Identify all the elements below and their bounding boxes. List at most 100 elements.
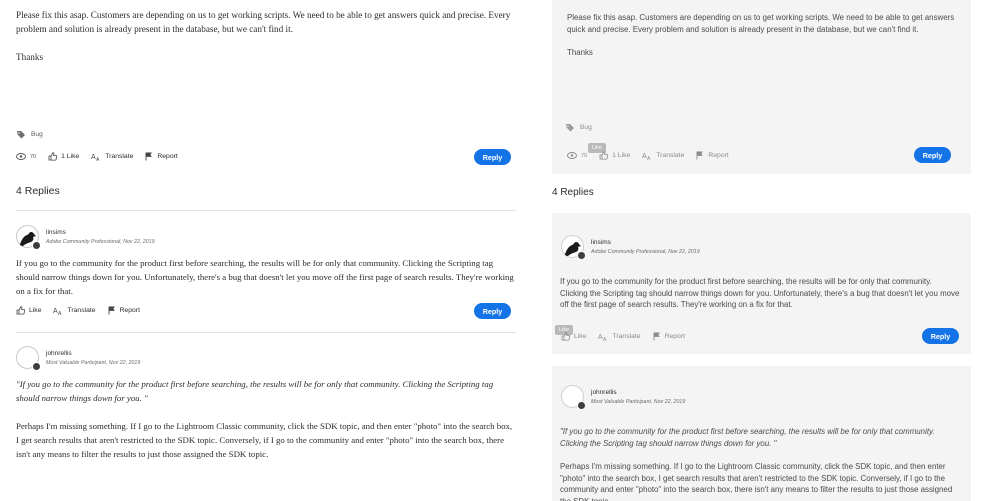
report-button[interactable]: Report bbox=[145, 152, 178, 161]
reply-author: linsims Adobe Community Professional, No… bbox=[16, 225, 155, 250]
rank-badge-icon bbox=[32, 362, 41, 371]
reply-author: johnrellis Most Valuable Participant, No… bbox=[561, 385, 686, 410]
post-body: Please fix this asap. Customers are depe… bbox=[16, 8, 516, 78]
reply-panel: johnrellis Most Valuable Participant, No… bbox=[552, 366, 971, 501]
reply-author: johnrellis Most Valuable Participant, No… bbox=[16, 346, 141, 371]
avatar[interactable] bbox=[16, 346, 41, 371]
like-label: Like bbox=[574, 333, 587, 340]
eye-icon bbox=[567, 152, 577, 159]
post-tag[interactable]: Bug bbox=[565, 123, 592, 132]
post-paragraph: Please fix this asap. Customers are depe… bbox=[567, 13, 955, 34]
thumbs-up-icon bbox=[561, 332, 570, 341]
translate-label: Translate bbox=[612, 333, 641, 340]
translate-icon: AA bbox=[53, 308, 62, 315]
post-tag[interactable]: Bug bbox=[16, 130, 43, 139]
rank-badge-icon bbox=[577, 401, 586, 410]
report-label: Report bbox=[157, 153, 178, 160]
tag-icon bbox=[566, 124, 574, 132]
thumbs-up-icon bbox=[16, 306, 25, 315]
flag-icon bbox=[108, 306, 115, 315]
tag-label: Bug bbox=[31, 131, 43, 138]
post-paragraph: Thanks bbox=[567, 47, 593, 57]
author-role-date: Most Valuable Participant, Nov 22, 2019 bbox=[46, 360, 141, 366]
translate-button[interactable]: AA Translate bbox=[598, 332, 640, 341]
reply-author: linsims Adobe Community Professional, No… bbox=[561, 235, 700, 260]
old-layout-pane: Please fix this asap. Customers are depe… bbox=[552, 0, 971, 501]
like-label: 1 Like bbox=[61, 153, 80, 160]
author-name[interactable]: linsims bbox=[591, 239, 700, 246]
divider bbox=[16, 210, 516, 211]
like-button[interactable]: 1 Like bbox=[599, 151, 630, 160]
post-paragraph: Please fix this asap. Customers are depe… bbox=[16, 10, 511, 34]
svg-text:A: A bbox=[603, 337, 607, 341]
views-value: 70 bbox=[581, 152, 588, 159]
replies-heading: 4 Replies bbox=[552, 187, 594, 198]
like-button[interactable]: Like bbox=[16, 306, 41, 315]
svg-text:A: A bbox=[647, 156, 651, 160]
translate-label: Translate bbox=[105, 153, 134, 160]
like-button[interactable]: 1 Like bbox=[48, 152, 79, 161]
replies-heading: 4 Replies bbox=[16, 185, 60, 197]
translate-label: Translate bbox=[656, 152, 685, 159]
flag-icon bbox=[653, 332, 660, 341]
translate-icon: AA bbox=[91, 154, 100, 161]
rank-badge-icon bbox=[32, 241, 41, 250]
reply-actions: Like AA Translate Report bbox=[16, 306, 152, 315]
post-paragraph: Thanks bbox=[16, 52, 44, 62]
avatar[interactable] bbox=[16, 225, 41, 250]
new-layout-pane: Please fix this asap. Customers are depe… bbox=[0, 0, 530, 501]
views-value: 70 bbox=[30, 153, 37, 160]
reply-body: If you go to the community for the produ… bbox=[16, 258, 514, 296]
views-count: 70 bbox=[567, 152, 587, 159]
views-count: 70 bbox=[16, 153, 36, 160]
post-panel: Please fix this asap. Customers are depe… bbox=[552, 0, 971, 174]
post-actions: 70 1 Like AA Translate Report bbox=[567, 151, 741, 160]
reply-actions: Like AA Translate Report bbox=[561, 332, 697, 341]
eye-icon bbox=[16, 153, 26, 160]
translate-button[interactable]: AA Translate bbox=[91, 152, 133, 161]
svg-text:A: A bbox=[58, 311, 62, 315]
author-role-date: Adobe Community Professional, Nov 22, 20… bbox=[591, 249, 700, 255]
report-button[interactable]: Report bbox=[108, 306, 140, 315]
reply-panel: linsims Adobe Community Professional, No… bbox=[552, 213, 971, 354]
report-label: Report bbox=[664, 333, 685, 340]
like-label: Like bbox=[29, 307, 42, 314]
flag-icon bbox=[696, 151, 704, 160]
report-label: Report bbox=[119, 307, 140, 314]
tag-icon bbox=[17, 131, 25, 139]
tag-label: Bug bbox=[580, 124, 592, 131]
author-name[interactable]: johnrellis bbox=[591, 389, 685, 396]
thumbs-up-icon bbox=[599, 151, 609, 160]
rank-badge-icon bbox=[577, 251, 586, 260]
divider bbox=[16, 332, 516, 333]
translate-button[interactable]: AA Translate bbox=[642, 151, 684, 160]
translate-button[interactable]: AA Translate bbox=[53, 306, 95, 315]
reply-button[interactable]: Reply bbox=[914, 147, 951, 163]
author-role-date: Adobe Community Professional, Nov 22, 20… bbox=[46, 239, 155, 245]
reply-button[interactable]: Reply bbox=[474, 149, 511, 165]
translate-icon: AA bbox=[598, 334, 607, 341]
flag-icon bbox=[145, 152, 153, 161]
report-label: Report bbox=[708, 152, 729, 159]
reply-quote: "If you go to the community for the prod… bbox=[560, 427, 935, 448]
report-button[interactable]: Report bbox=[696, 151, 729, 160]
post-actions: 70 1 Like AA Translate Report bbox=[16, 152, 190, 161]
author-name[interactable]: johnrellis bbox=[46, 350, 140, 357]
post-body: Please fix this asap. Customers are depe… bbox=[567, 12, 957, 70]
thumbs-up-icon bbox=[48, 152, 58, 161]
reply-button[interactable]: Reply bbox=[474, 303, 511, 319]
avatar[interactable] bbox=[561, 235, 586, 260]
svg-text:A: A bbox=[96, 157, 100, 161]
reply-quote: "If you go to the community for the prod… bbox=[16, 379, 494, 403]
report-button[interactable]: Report bbox=[653, 332, 685, 341]
author-name[interactable]: linsims bbox=[46, 229, 155, 236]
reply-body: If you go to the community for the produ… bbox=[560, 277, 960, 310]
avatar[interactable] bbox=[561, 385, 586, 410]
like-label: 1 Like bbox=[612, 152, 631, 159]
author-role-date: Most Valuable Participant, Nov 22, 2019 bbox=[591, 399, 686, 405]
translate-label: Translate bbox=[67, 307, 96, 314]
like-button[interactable]: Like bbox=[561, 332, 586, 341]
reply-body: Perhaps I'm missing something. If I go t… bbox=[16, 421, 513, 459]
reply-button[interactable]: Reply bbox=[922, 328, 959, 344]
translate-icon: AA bbox=[642, 153, 651, 160]
